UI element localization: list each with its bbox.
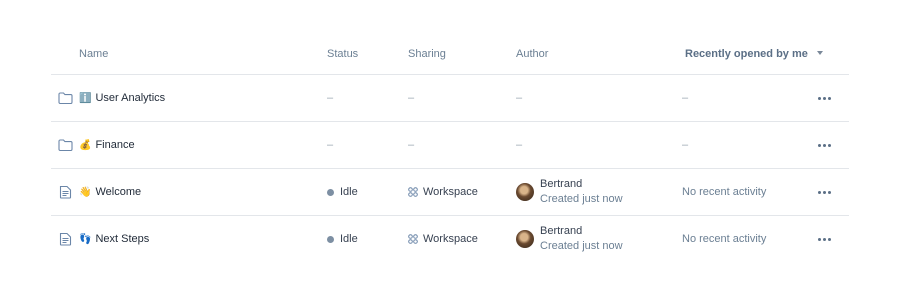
documents-table: Name Status Sharing Author Recently open… (51, 32, 849, 262)
table-header: Name Status Sharing Author Recently open… (51, 32, 849, 75)
row-emoji: 👣 (79, 233, 92, 245)
table-row[interactable]: 👋 Welcome Idle Workspace Bertrand Created … (51, 169, 849, 216)
created-time: Created just now (540, 193, 623, 205)
row-emoji: ℹ️ (79, 92, 92, 104)
status-cell: Idle (327, 216, 358, 262)
status-label: Idle (340, 186, 358, 198)
sort-label: Recently opened by me (685, 48, 808, 60)
recent-cell: No recent activity (682, 186, 767, 198)
table-row[interactable]: 💰 Finance – – – – (51, 122, 849, 169)
sharing-cell: Workspace (408, 169, 478, 215)
author-cell: – (516, 139, 523, 151)
more-options-button[interactable] (815, 169, 833, 215)
row-emoji: 👋 (79, 186, 92, 198)
folder-icon (57, 122, 73, 168)
sharing-cell: – (408, 92, 415, 104)
workspace-icon (408, 187, 418, 197)
status-cell: Idle (327, 169, 358, 215)
sort-dropdown[interactable]: Recently opened by me (685, 48, 823, 60)
status-dot (327, 235, 334, 243)
column-header-status[interactable]: Status (327, 48, 358, 60)
sharing-label: Workspace (423, 233, 478, 245)
column-header-sharing[interactable]: Sharing (408, 48, 446, 60)
recent-cell: – (682, 139, 689, 151)
status-label: Idle (340, 233, 358, 245)
document-icon (57, 216, 73, 262)
author-name: Bertrand (540, 225, 583, 237)
chevron-down-icon (816, 51, 823, 56)
table-row[interactable]: 👣 Next Steps Idle Workspace Bertrand Creat… (51, 216, 849, 262)
avatar (516, 183, 534, 201)
row-name: User Analytics (95, 92, 166, 104)
sharing-cell: – (408, 139, 415, 151)
column-header-name[interactable]: Name (79, 48, 108, 60)
document-name[interactable]: 💰 Finance (79, 122, 135, 168)
author-cell: – (516, 92, 523, 104)
folder-icon (57, 75, 73, 121)
avatar (516, 230, 534, 248)
more-options-button[interactable] (815, 75, 833, 121)
document-name[interactable]: 👣 Next Steps (79, 216, 149, 262)
recent-cell: – (682, 92, 689, 104)
status-cell: – (327, 139, 334, 151)
more-horizontal-icon (817, 96, 831, 100)
table-row[interactable]: ℹ️ User Analytics – – – – (51, 75, 849, 122)
row-emoji: 💰 (79, 139, 92, 151)
column-header-author[interactable]: Author (516, 48, 548, 60)
document-name[interactable]: 👋 Welcome (79, 169, 141, 215)
more-horizontal-icon (817, 237, 831, 241)
status-cell: – (327, 92, 334, 104)
more-horizontal-icon (817, 143, 831, 147)
recent-cell: No recent activity (682, 233, 767, 245)
workspace-icon (408, 234, 418, 244)
sharing-cell: Workspace (408, 216, 478, 262)
document-name[interactable]: ℹ️ User Analytics (79, 75, 165, 121)
author-cell: Bertrand Created just now (516, 169, 623, 215)
more-horizontal-icon (817, 190, 831, 194)
status-dot (327, 188, 334, 196)
row-name: Welcome (95, 186, 142, 198)
row-name: Next Steps (95, 233, 150, 245)
author-cell: Bertrand Created just now (516, 216, 623, 262)
sharing-label: Workspace (423, 186, 478, 198)
created-time: Created just now (540, 240, 623, 252)
more-options-button[interactable] (815, 216, 833, 262)
row-name: Finance (95, 139, 135, 151)
more-options-button[interactable] (815, 122, 833, 168)
author-name: Bertrand (540, 178, 583, 190)
document-icon (57, 169, 73, 215)
